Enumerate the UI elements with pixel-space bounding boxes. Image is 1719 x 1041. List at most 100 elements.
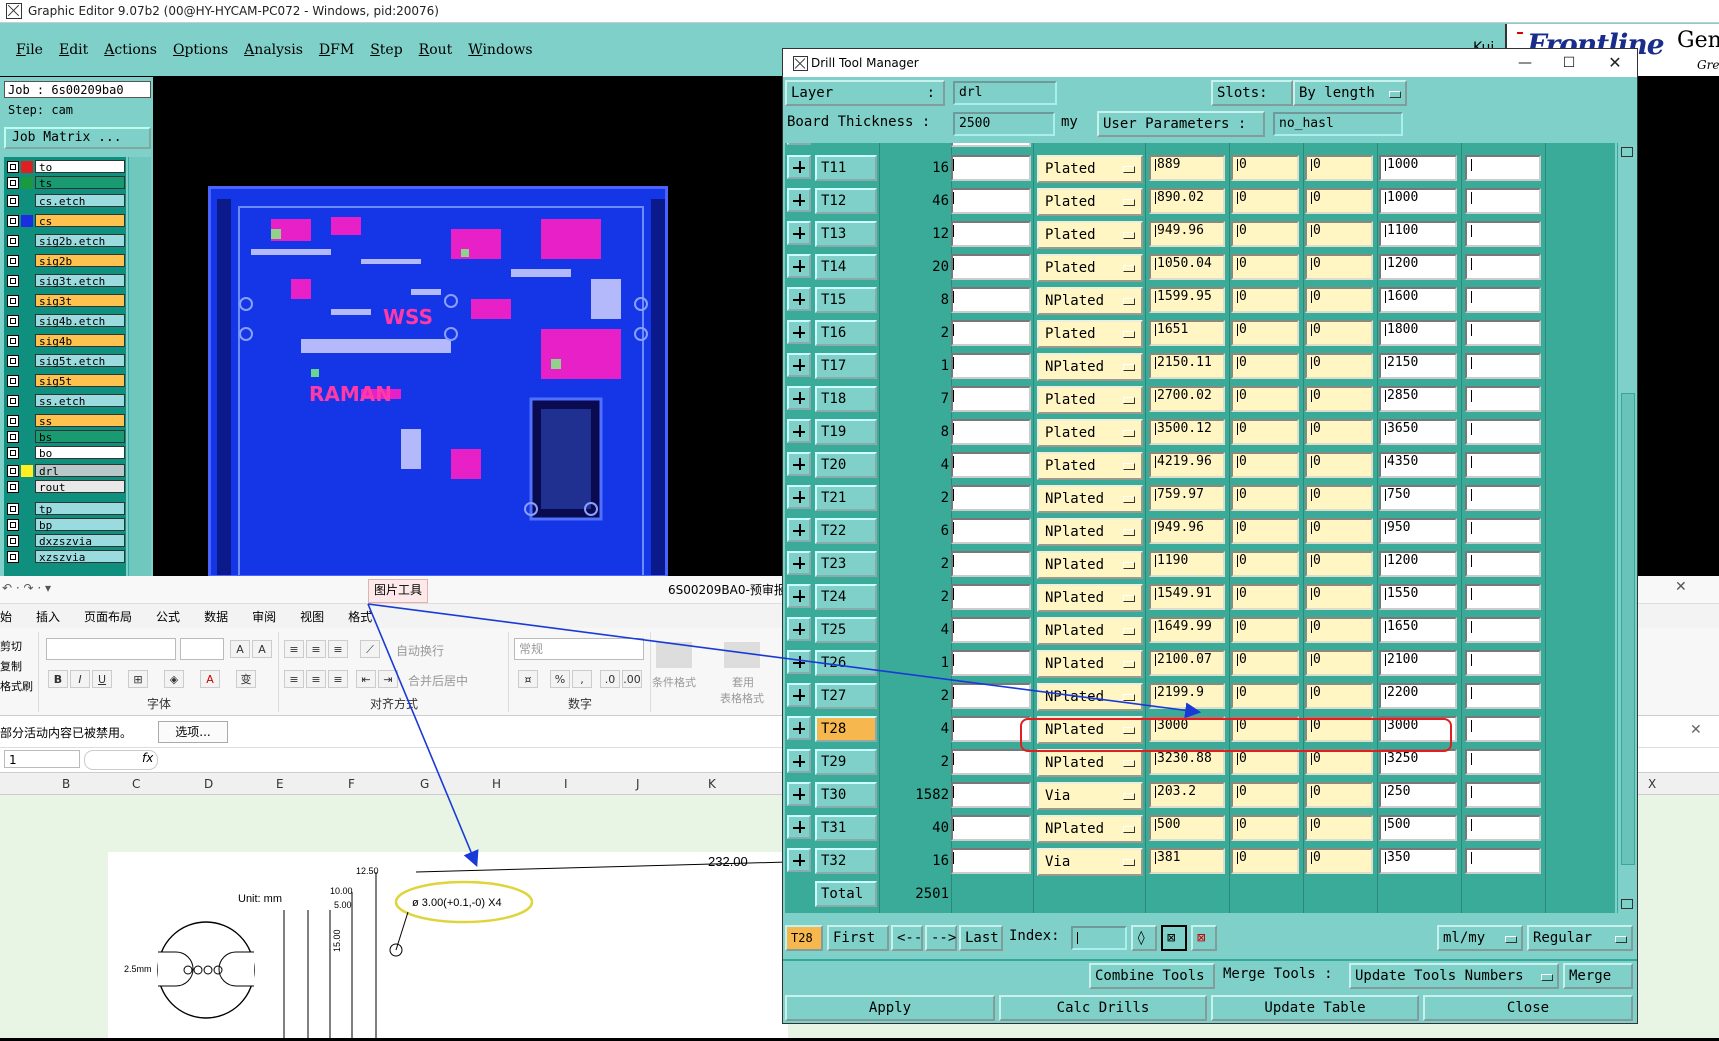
tool-button[interactable]: T27 (815, 683, 877, 709)
tool-comment-input[interactable] (951, 485, 1031, 511)
extra-param-input[interactable] (1465, 221, 1541, 247)
merge-center-button[interactable]: 合并后居中 (408, 672, 468, 689)
layer-input[interactable]: drl (953, 81, 1057, 105)
expand-icon[interactable] (787, 155, 811, 179)
extra-param-input[interactable] (1465, 749, 1541, 775)
tol-plus-input[interactable]: 0 (1231, 584, 1299, 610)
tool-comment-input[interactable] (951, 650, 1031, 676)
extra-param-input[interactable] (1465, 584, 1541, 610)
expand-icon[interactable] (787, 617, 811, 641)
menu-windows[interactable]: Windows (468, 42, 532, 58)
tol-minus-input[interactable]: 0 (1305, 419, 1373, 445)
tool-comment-input[interactable] (951, 320, 1031, 346)
tool-button[interactable]: T11 (815, 155, 877, 181)
layer-row-drl[interactable]: drl (7, 463, 125, 478)
tool-type-select[interactable]: Plated (1037, 254, 1143, 282)
drill-size-input[interactable]: 1600 (1379, 287, 1457, 313)
tool-comment-input[interactable] (951, 683, 1031, 709)
decrease-indent-button[interactable]: ⇤ (356, 670, 376, 688)
locate-icon[interactable]: ◊ (1131, 925, 1157, 951)
units-select[interactable]: ml/my (1437, 925, 1523, 951)
expand-icon[interactable] (787, 650, 811, 674)
tol-plus-input[interactable]: 0 (1231, 452, 1299, 478)
tool-row-t18[interactable]: T18 7 Plated 2700.02 0 0 2850 (785, 382, 1615, 415)
tool-button[interactable]: T32 (815, 848, 877, 874)
finish-size-input[interactable]: 1599.95 (1149, 287, 1225, 313)
finish-size-input[interactable]: 1649.99 (1149, 617, 1225, 643)
shrink-font-button[interactable]: A (252, 640, 272, 658)
drill-size-input[interactable]: 3250 (1379, 749, 1457, 775)
message-close-icon[interactable]: ✕ (1690, 722, 1702, 738)
tool-type-select[interactable]: NPlated (1037, 650, 1143, 678)
expand-icon[interactable] (787, 221, 811, 245)
drill-size-input[interactable]: 1000 (1379, 155, 1457, 181)
extra-param-input[interactable] (1465, 683, 1541, 709)
tol-plus-input[interactable]: 0 (1231, 188, 1299, 214)
tool-type-select[interactable]: Via (1037, 848, 1143, 876)
tol-plus-input[interactable]: 0 (1231, 485, 1299, 511)
drill-size-input[interactable]: 2100 (1379, 650, 1457, 676)
drill-size-input[interactable]: 4350 (1379, 452, 1457, 478)
tool-row-t25[interactable]: T25 4 NPlated 1649.99 0 0 1650 (785, 613, 1615, 646)
wrap-text-button[interactable]: 自动换行 (396, 642, 444, 659)
layer-row-ts[interactable]: ts (7, 175, 125, 190)
extra-param-input[interactable] (1465, 287, 1541, 313)
layer-checkbox[interactable] (7, 430, 19, 443)
close-icon[interactable]: ✕ (1603, 52, 1627, 74)
finish-size-input[interactable]: 890.02 (1149, 188, 1225, 214)
tool-comment-input[interactable] (951, 584, 1031, 610)
tool-type-select[interactable]: Plated (1037, 188, 1143, 216)
drill-size-input[interactable]: 1650 (1379, 617, 1457, 643)
finish-size-input[interactable]: 203.2 (1149, 782, 1225, 808)
expand-icon[interactable] (787, 815, 811, 839)
tool-button[interactable]: T21 (815, 485, 877, 511)
drill-size-input[interactable]: 2850 (1379, 386, 1457, 412)
increase-decimal-button[interactable]: .0 (600, 670, 620, 688)
column-header[interactable]: I (564, 777, 568, 791)
drill-size-input[interactable]: 950 (1379, 518, 1457, 544)
drill-size-input[interactable]: 1550 (1379, 584, 1457, 610)
tool-row-t13[interactable]: T13 12 Plated 949.96 0 0 1100 (785, 217, 1615, 250)
tol-minus-input[interactable]: 0 (1305, 518, 1373, 544)
finish-size-input[interactable]: 1190 (1149, 551, 1225, 577)
tab-insert[interactable]: 插入 (36, 608, 60, 625)
layer-row-sig3t-etch[interactable]: sig3t.etch (7, 273, 125, 288)
tool-comment-input[interactable] (951, 155, 1031, 181)
tool-button[interactable]: T23 (815, 551, 877, 577)
bold-button[interactable]: B (48, 670, 68, 688)
tool-row-t31[interactable]: T31 40 NPlated 500 0 0 500 (785, 811, 1615, 844)
tool-type-select[interactable]: NPlated (1037, 749, 1143, 777)
close-button[interactable]: Close (1423, 995, 1633, 1021)
layer-checkbox[interactable] (7, 176, 19, 189)
name-box[interactable]: 1 (4, 750, 80, 768)
extra-param-input[interactable] (1465, 551, 1541, 577)
layer-row-bs[interactable]: bs (7, 429, 125, 444)
tool-type-select[interactable]: NPlated (1037, 716, 1143, 744)
align-middle-button[interactable]: ≡ (306, 640, 326, 658)
tab-formulas[interactable]: 公式 (156, 608, 180, 625)
first-button[interactable]: First (827, 925, 889, 951)
tool-row-t24[interactable]: T24 2 NPlated 1549.91 0 0 1550 (785, 580, 1615, 613)
extra-param-input[interactable] (1465, 452, 1541, 478)
format-as-table-button-line1[interactable]: 套用 (732, 674, 754, 690)
expand-icon[interactable] (787, 683, 811, 707)
extra-param-input[interactable] (1465, 815, 1541, 841)
tol-minus-input[interactable]: 0 (1305, 221, 1373, 247)
layer-checkbox[interactable] (7, 234, 19, 247)
tol-minus-input[interactable]: 0 (1305, 749, 1373, 775)
finish-size-input[interactable]: 500 (1149, 815, 1225, 841)
tool-row-t15[interactable]: T15 8 NPlated 1599.95 0 0 1600 (785, 283, 1615, 316)
layer-row-sig4b[interactable]: sig4b (7, 333, 125, 348)
extra-param-input[interactable] (1465, 617, 1541, 643)
user-parameters-button[interactable]: User Parameters : (1097, 111, 1265, 137)
layer-checkbox[interactable] (7, 374, 19, 387)
tool-comment-input[interactable] (951, 188, 1031, 214)
drill-size-input[interactable]: 350 (1379, 848, 1457, 874)
drill-size-input[interactable]: 1200 (1379, 551, 1457, 577)
layer-checkbox[interactable] (7, 414, 19, 427)
picture-tools-tab[interactable]: 图片工具 (368, 579, 428, 603)
finish-size-input[interactable]: 889 (1149, 155, 1225, 181)
tol-minus-input[interactable]: 0 (1305, 485, 1373, 511)
tool-type-select[interactable]: Plated (1037, 221, 1143, 249)
expand-icon[interactable] (787, 254, 811, 278)
